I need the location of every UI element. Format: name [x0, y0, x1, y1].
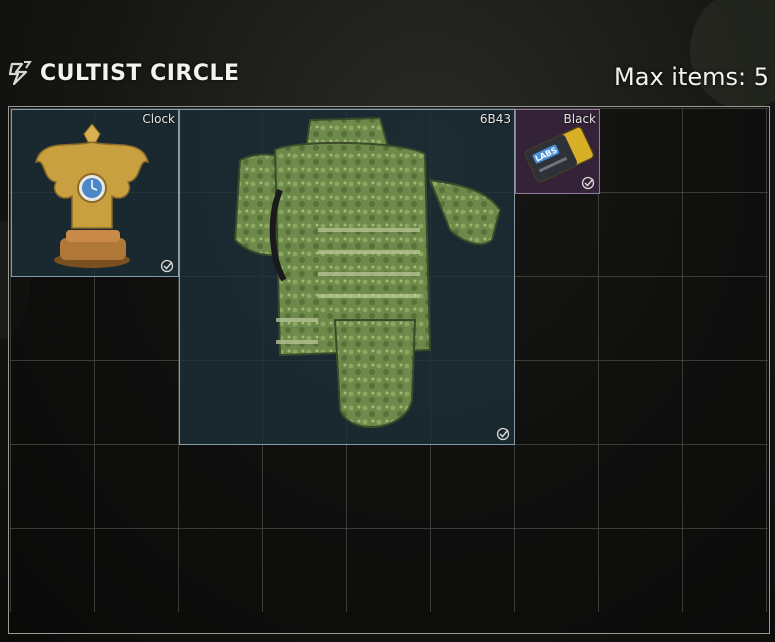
double-headed-eagle-clock-icon: [34, 123, 150, 268]
inventory-item-clock[interactable]: Clock: [11, 109, 179, 277]
cultist-sigil-icon: [8, 61, 32, 86]
inventory-item-6b43[interactable]: 6B43: [179, 109, 515, 445]
found-in-raid-check-icon: [581, 176, 595, 190]
panel-header: CULTIST CIRCLE Max items: 5: [0, 55, 775, 99]
title-group: CULTIST CIRCLE: [6, 58, 240, 88]
found-in-raid-check-icon: [160, 259, 174, 273]
body-armor-vest-icon: [233, 116, 502, 429]
inventory-item-black-keycard[interactable]: LABS Black: [515, 109, 600, 194]
found-in-raid-check-icon: [496, 427, 510, 441]
item-label: 6B43: [479, 112, 511, 126]
panel-title: CULTIST CIRCLE: [40, 60, 240, 86]
max-items-counter: Max items: 5: [614, 63, 769, 91]
item-label: Clock: [142, 112, 175, 126]
item-label: Black: [563, 112, 596, 126]
